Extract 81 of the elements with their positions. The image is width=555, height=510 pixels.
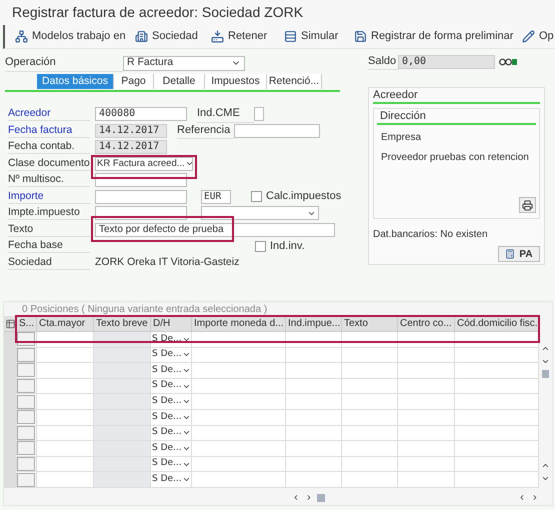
- operation-dropdown[interactable]: R Factura: [123, 56, 245, 70]
- input-field[interactable]: [234, 124, 320, 138]
- building-icon: [135, 30, 148, 43]
- selection-cell[interactable]: [17, 457, 35, 472]
- bank-details: Dat.bancarios: No existen: [373, 228, 489, 242]
- selection-cell[interactable]: [17, 363, 35, 378]
- toolbar-button[interactable]: Sociedad: [135, 28, 211, 45]
- status-light-icon: [499, 58, 517, 66]
- tray-icon: [211, 30, 224, 43]
- field-label: Sociedad: [8, 256, 90, 270]
- section-title: Dirección: [377, 109, 536, 125]
- grid-icon: [284, 30, 297, 43]
- date-field[interactable]: 14.12.2017: [95, 124, 167, 138]
- table-cell[interactable]: [94, 378, 151, 394]
- toolbar-button[interactable]: Op: [522, 28, 555, 45]
- checkbox[interactable]: [251, 191, 262, 202]
- selection-cell[interactable]: [17, 410, 35, 424]
- selection-cell[interactable]: [17, 472, 35, 487]
- checkbox-label: Calc.impuestos: [266, 189, 342, 204]
- field-label: Texto: [8, 222, 90, 236]
- selection-cell[interactable]: [17, 394, 35, 409]
- field-label: Clase documento: [8, 156, 90, 170]
- field-label: Fecha contab.: [8, 140, 90, 154]
- tab[interactable]: Detalle: [154, 74, 205, 88]
- calculator-icon: [505, 249, 516, 259]
- document-type-dropdown[interactable]: KR Factura acreed...: [95, 156, 193, 170]
- table-cell[interactable]: [94, 410, 151, 425]
- table-cell[interactable]: [94, 441, 151, 456]
- field-label: Fecha factura: [8, 124, 90, 138]
- date-field[interactable]: 14.12.2017: [95, 140, 167, 154]
- caret-icon: [184, 159, 194, 168]
- input-field[interactable]: 400080: [95, 107, 187, 121]
- selection-cell[interactable]: [17, 441, 35, 456]
- table-cell[interactable]: [94, 456, 151, 472]
- field-label: Impte.impuesto: [8, 206, 90, 220]
- field-label: Importe: [8, 190, 90, 204]
- tab[interactable]: Retenció...: [267, 74, 322, 88]
- selection-cell[interactable]: [17, 379, 35, 394]
- print-button[interactable]: [519, 197, 536, 213]
- tab[interactable]: Impuestos: [205, 74, 267, 88]
- input-field[interactable]: [95, 190, 187, 204]
- toolbar-button[interactable]: Modelos trabajo en: [15, 28, 135, 45]
- address-line: Proveedor pruebas con retencion: [380, 151, 530, 165]
- toolbar-button[interactable]: Retener: [211, 28, 284, 45]
- checkbox[interactable]: [255, 240, 266, 252]
- window-title: Registrar factura de acreedor: Sociedad ZORK: [12, 3, 304, 22]
- selection-cell[interactable]: [17, 348, 35, 362]
- checkbox-label: Ind.inv.: [270, 238, 305, 254]
- scrollbar-thumb[interactable]: [316, 494, 326, 502]
- field-label: Acreedor: [8, 107, 90, 121]
- hierarchy-icon: [15, 30, 28, 43]
- scroll-up-icon: [541, 344, 550, 353]
- pencil-icon: [522, 30, 535, 43]
- table-cell[interactable]: [94, 472, 151, 487]
- company-name: ZORK Oreka IT Vitoria-Gasteiz: [95, 254, 240, 270]
- table-cell[interactable]: [94, 394, 151, 409]
- scroll-left-icon: [292, 493, 300, 502]
- tab[interactable]: Pago: [114, 74, 154, 88]
- table-cell[interactable]: [94, 426, 151, 440]
- scrollbar-thumb[interactable]: [542, 370, 549, 378]
- scroll-right-icon: [304, 493, 313, 502]
- scroll-down-icon: [541, 357, 550, 366]
- printer-icon: [522, 200, 533, 210]
- table-cell[interactable]: [94, 348, 151, 362]
- selection-cell[interactable]: [17, 426, 35, 440]
- currency-field[interactable]: EUR: [201, 190, 231, 204]
- table-caption: 0 Posiciones ( Ninguna variante entrada seleccionada ): [22, 304, 268, 316]
- panel-title: Acreedor: [373, 88, 540, 104]
- tax-dropdown[interactable]: [201, 206, 319, 220]
- pa-button[interactable]: PA: [498, 246, 540, 262]
- address-line: Empresa: [380, 131, 422, 145]
- toolbar-button[interactable]: Registrar de forma preliminar: [354, 28, 522, 45]
- text-field[interactable]: Texto por defecto de prueba: [95, 222, 335, 236]
- toolbar-button[interactable]: Simular: [284, 28, 354, 45]
- table-settings-icon: [4, 318, 17, 328]
- field-label: Fecha base: [8, 239, 90, 253]
- balance-field: 0,00: [398, 54, 495, 68]
- field-label: Nº multisoc.: [8, 173, 90, 187]
- input-field[interactable]: [254, 107, 264, 121]
- table-cell[interactable]: [94, 363, 151, 378]
- tab[interactable]: Datos básicos: [37, 74, 114, 88]
